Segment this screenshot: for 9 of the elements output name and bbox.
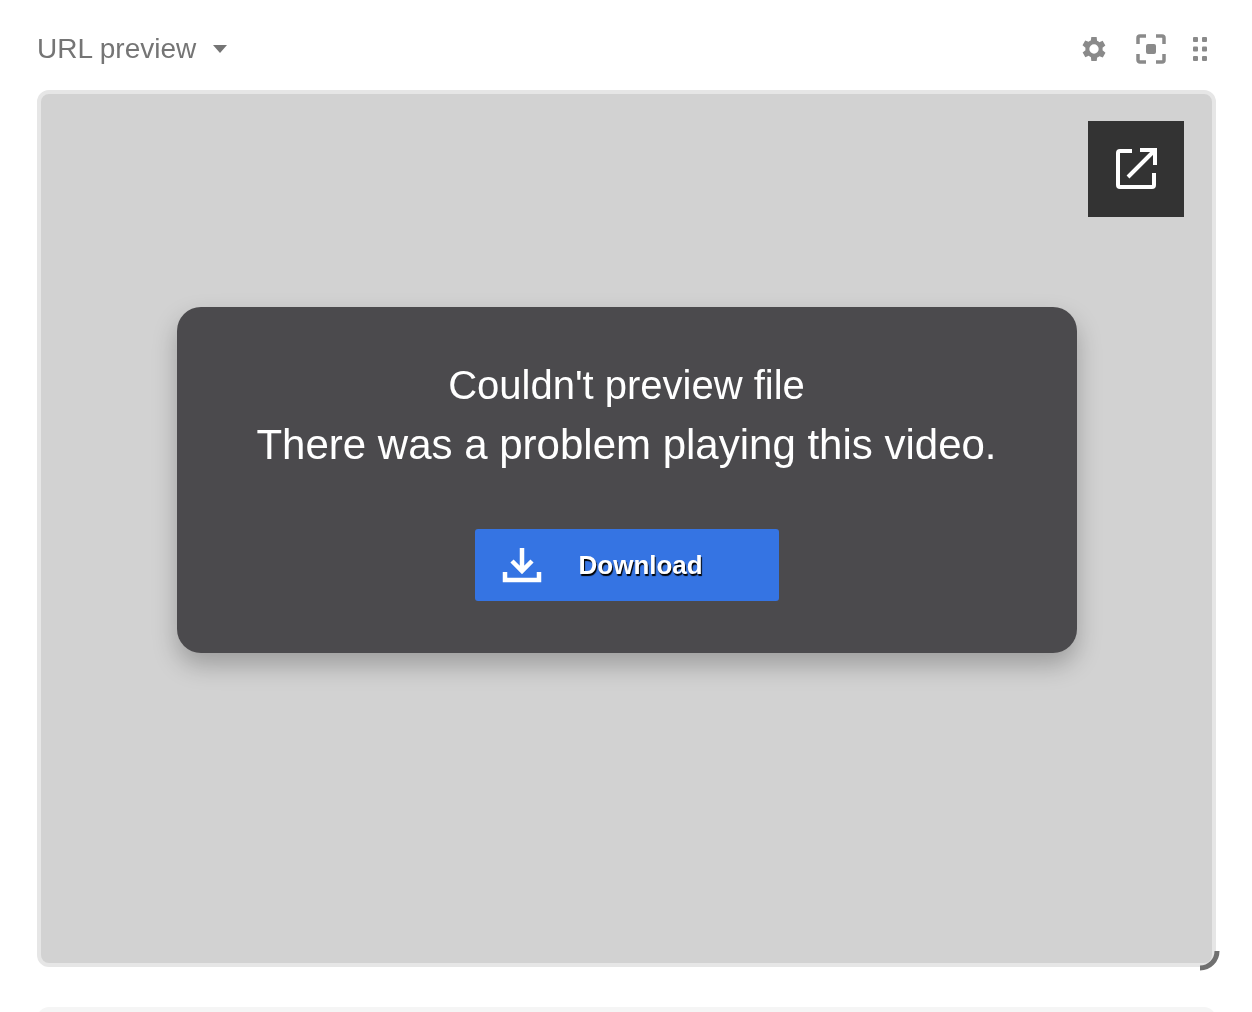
widget-title-dropdown[interactable]: URL preview [37,33,229,65]
error-message: There was a problem playing this video. [256,420,997,470]
drag-handle-icon[interactable] [1192,36,1208,62]
focus-icon[interactable] [1136,34,1166,64]
error-title: Couldn't preview file [448,362,805,409]
resize-handle-icon[interactable] [1198,949,1220,971]
download-button[interactable]: Download [474,529,779,601]
caret-icon [212,44,229,54]
open-external-button[interactable] [1088,121,1184,217]
